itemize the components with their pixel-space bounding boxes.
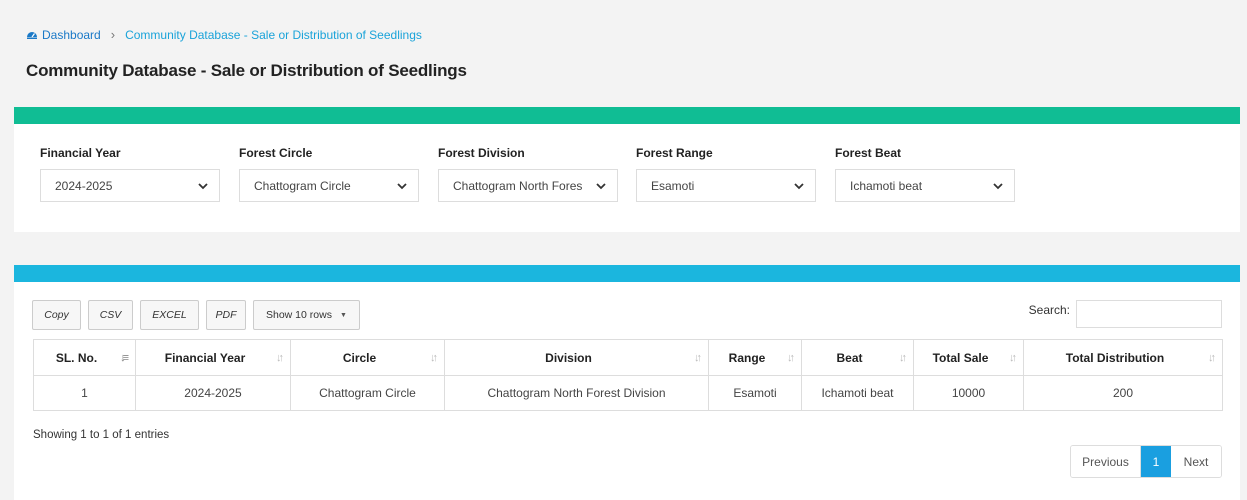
page-1-button[interactable]: 1 xyxy=(1141,446,1171,477)
forest-range-label: Forest Range xyxy=(636,146,713,160)
column-header-sl-no[interactable]: SL. No. ↓≡ xyxy=(33,339,136,376)
forest-range-select[interactable]: Esamoti xyxy=(636,169,816,202)
breadcrumb-separator: › xyxy=(110,27,116,42)
chevron-down-icon xyxy=(596,182,606,189)
chevron-down-icon xyxy=(397,182,407,189)
pagination: Previous 1 Next xyxy=(1070,445,1222,478)
cell-sl-no: 1 xyxy=(33,375,136,411)
sort-icon: ↓↑ xyxy=(694,352,702,364)
column-header-total-sale[interactable]: Total Sale ↓↑ xyxy=(913,339,1024,376)
dashboard-icon xyxy=(27,31,37,39)
header-label: Division xyxy=(545,350,592,365)
table-info: Showing 1 to 1 of 1 entries xyxy=(33,429,170,441)
breadcrumb-current: Community Database - Sale or Distributio… xyxy=(125,27,422,42)
header-label: Circle xyxy=(342,350,377,365)
forest-division-value: Chattogram North Fores xyxy=(453,178,583,193)
data-table: SL. No. ↓≡ Financial Year ↓↑ Circle ↓↑ Divi… xyxy=(33,339,1223,411)
search-input[interactable] xyxy=(1076,300,1222,328)
header-label: Total Sale xyxy=(932,350,989,365)
chevron-down-icon xyxy=(198,182,208,189)
show-rows-button[interactable]: Show 10 rows ▼ xyxy=(253,300,360,330)
forest-beat-label: Forest Beat xyxy=(835,146,902,160)
cell-total-sale: 10000 xyxy=(913,375,1024,411)
excel-button[interactable]: EXCEL xyxy=(140,300,199,330)
cell-division: Chattogram North Forest Division xyxy=(444,375,709,411)
forest-range-filter: Forest Range Esamoti xyxy=(636,146,816,202)
financial-year-filter: Financial Year 2024-2025 xyxy=(40,146,220,202)
header-label: Range xyxy=(728,350,766,365)
header-label: SL. No. xyxy=(55,350,98,365)
column-header-beat[interactable]: Beat ↓↑ xyxy=(801,339,914,376)
column-header-circle[interactable]: Circle ↓↑ xyxy=(290,339,445,376)
table-header-row: SL. No. ↓≡ Financial Year ↓↑ Circle ↓↑ Divi… xyxy=(33,339,1223,376)
forest-circle-label: Forest Circle xyxy=(239,146,313,160)
table-card: Copy CSV EXCEL PDF Show 10 rows ▼ Search… xyxy=(14,265,1240,500)
sort-icon: ↓↑ xyxy=(899,352,907,364)
forest-beat-filter: Forest Beat Ichamoti beat xyxy=(835,146,1015,202)
sort-icon: ↓↑ xyxy=(430,352,438,364)
cell-circle: Chattogram Circle xyxy=(290,375,445,411)
sort-icon: ↓↑ xyxy=(787,352,795,364)
caret-down-icon: ▼ xyxy=(339,311,347,319)
forest-circle-select[interactable]: Chattogram Circle xyxy=(239,169,419,202)
copy-button[interactable]: Copy xyxy=(32,300,81,330)
breadcrumb: Dashboard › Community Database - Sale or… xyxy=(26,27,422,42)
header-label: Beat xyxy=(836,350,863,365)
forest-circle-value: Chattogram Circle xyxy=(254,178,351,193)
chevron-down-icon xyxy=(794,182,804,189)
forest-division-label: Forest Division xyxy=(438,146,525,160)
sort-icon: ↓↑ xyxy=(1009,352,1017,364)
table-row: 1 2024-2025 Chattogram Circle Chattogram… xyxy=(33,375,1223,411)
financial-year-label: Financial Year xyxy=(40,146,121,160)
sort-asc-icon: ↓≡ xyxy=(120,352,129,364)
sort-icon: ↓↑ xyxy=(1208,352,1216,364)
column-header-division[interactable]: Division ↓↑ xyxy=(444,339,709,376)
cell-total-distribution: 200 xyxy=(1023,375,1223,411)
forest-range-value: Esamoti xyxy=(651,178,695,193)
financial-year-select[interactable]: 2024-2025 xyxy=(40,169,220,202)
export-buttons: Copy CSV EXCEL PDF Show 10 rows ▼ xyxy=(32,300,367,330)
column-header-range[interactable]: Range ↓↑ xyxy=(708,339,802,376)
cell-financial-year: 2024-2025 xyxy=(135,375,291,411)
pdf-button[interactable]: PDF xyxy=(206,300,246,330)
cell-range: Esamoti xyxy=(708,375,802,411)
page-title: Community Database - Sale or Distributio… xyxy=(26,61,467,80)
next-page-button[interactable]: Next xyxy=(1171,446,1221,477)
forest-circle-filter: Forest Circle Chattogram Circle xyxy=(239,146,419,202)
header-label: Total Distribution xyxy=(1065,350,1165,365)
chevron-down-icon xyxy=(993,182,1003,189)
sort-icon: ↓↑ xyxy=(276,352,284,364)
breadcrumb-dashboard-link[interactable]: Dashboard xyxy=(42,28,101,42)
filter-card: Financial Year 2024-2025 Forest Circle C… xyxy=(14,107,1240,232)
forest-beat-value: Ichamoti beat xyxy=(850,178,923,193)
cell-beat: Ichamoti beat xyxy=(801,375,914,411)
show-rows-label: Show 10 rows xyxy=(266,309,332,321)
previous-page-button[interactable]: Previous xyxy=(1071,446,1141,477)
forest-beat-select[interactable]: Ichamoti beat xyxy=(835,169,1015,202)
forest-division-filter: Forest Division Chattogram North Fores xyxy=(438,146,618,202)
financial-year-value: 2024-2025 xyxy=(55,178,113,193)
search-box: Search: xyxy=(1029,300,1222,328)
column-header-financial-year[interactable]: Financial Year ↓↑ xyxy=(135,339,291,376)
csv-button[interactable]: CSV xyxy=(88,300,133,330)
search-label: Search: xyxy=(1028,303,1070,317)
forest-division-select[interactable]: Chattogram North Fores xyxy=(438,169,618,202)
column-header-total-distribution[interactable]: Total Distribution ↓↑ xyxy=(1023,339,1223,376)
header-label: Financial Year xyxy=(164,350,246,365)
